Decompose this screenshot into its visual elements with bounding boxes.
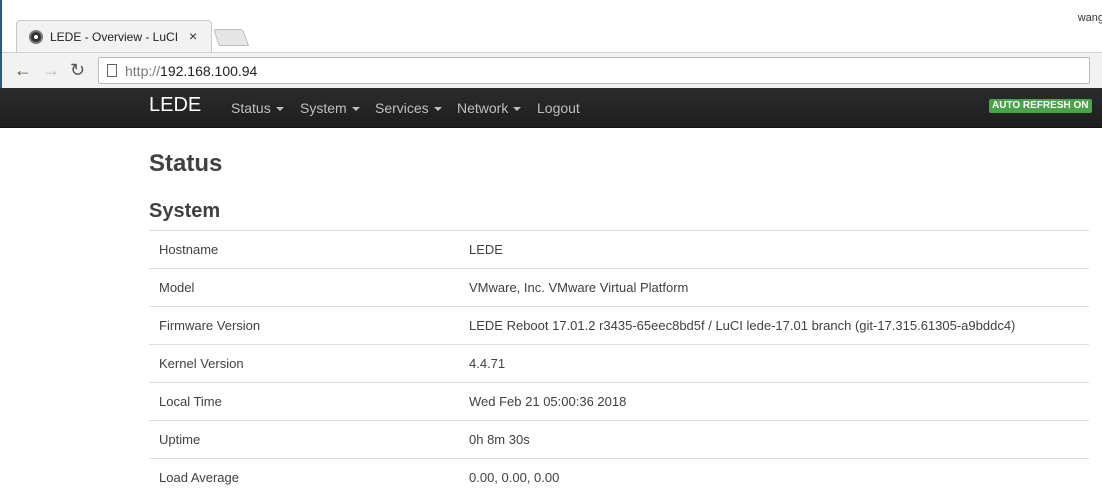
row-value: LEDE <box>469 242 503 257</box>
page-icon <box>107 64 117 77</box>
section-title: System <box>149 200 221 222</box>
nav-logout[interactable]: Logout <box>537 100 580 116</box>
page-title: Status <box>149 150 223 177</box>
brand-logo[interactable]: LEDE <box>149 94 201 117</box>
forward-arrow-icon[interactable]: → <box>42 60 60 81</box>
url-host: 192.168.100.94 <box>160 63 258 79</box>
chevron-down-icon <box>275 107 284 112</box>
row-key: Hostname <box>159 242 219 257</box>
nav-system-label: System <box>300 100 347 116</box>
row-key: Load Average <box>159 470 239 485</box>
url-text[interactable]: http://192.168.100.94 <box>125 63 257 79</box>
row-key: Uptime <box>159 432 201 447</box>
reload-icon[interactable]: ↻ <box>70 60 85 81</box>
table-row: Load Average 0.00, 0.00, 0.00 <box>149 458 1089 496</box>
row-key: Model <box>159 280 195 295</box>
profile-name[interactable]: wang <box>1078 12 1102 24</box>
table-row: Uptime 0h 8m 30s <box>149 420 1089 458</box>
table-row: Kernel Version 4.4.71 <box>149 344 1089 382</box>
nav-network-label: Network <box>457 100 509 116</box>
browser-toolbar: ← → ↻ http://192.168.100.94 ⋮ <box>2 52 1102 88</box>
browser-menu-icon[interactable]: ⋮ <box>1096 63 1102 80</box>
row-key: Firmware Version <box>159 318 261 333</box>
nav-system[interactable]: System <box>300 100 360 116</box>
nav-network[interactable]: Network <box>457 100 522 116</box>
system-table: Hostname LEDE Model VMware, Inc. VMware … <box>149 230 1089 496</box>
row-value: 4.4.71 <box>469 356 506 371</box>
table-row: Hostname LEDE <box>149 230 1089 268</box>
table-row: Firmware Version LEDE Reboot 17.01.2 r34… <box>149 306 1089 344</box>
new-tab-button[interactable] <box>212 29 250 46</box>
nav-services[interactable]: Services <box>375 100 442 116</box>
nav-status-label: Status <box>231 100 271 116</box>
row-value: VMware, Inc. VMware Virtual Platform <box>469 280 689 295</box>
table-row: Local Time Wed Feb 21 05:00:36 2018 <box>149 382 1089 420</box>
row-key: Kernel Version <box>159 356 244 371</box>
row-value: Wed Feb 21 05:00:36 2018 <box>469 394 627 409</box>
table-row: Model VMware, Inc. VMware Virtual Platfo… <box>149 268 1089 306</box>
close-tab-icon[interactable]: × <box>189 28 197 44</box>
back-arrow-icon[interactable]: ← <box>14 60 32 81</box>
row-key: Local Time <box>159 394 222 409</box>
chevron-down-icon <box>351 107 360 112</box>
top-navbar: LEDE Status System Services Network Logo… <box>0 88 1102 128</box>
url-scheme: http:// <box>125 63 161 79</box>
chevron-down-icon <box>513 107 522 112</box>
nav-status[interactable]: Status <box>231 100 284 116</box>
address-bar[interactable]: http://192.168.100.94 <box>98 57 1090 84</box>
row-value: 0h 8m 30s <box>469 432 530 447</box>
chevron-down-icon <box>433 107 442 112</box>
tab-strip: LEDE - Overview - LuCI × wang <box>2 0 1102 52</box>
tab-title: LEDE - Overview - LuCI <box>50 30 179 44</box>
browser-chrome: LEDE - Overview - LuCI × wang ← → ↻ http… <box>0 0 1102 88</box>
row-value: 0.00, 0.00, 0.00 <box>469 470 560 485</box>
auto-refresh-badge[interactable]: AUTO REFRESH ON <box>989 99 1092 113</box>
nav-services-label: Services <box>375 100 429 116</box>
row-value: LEDE Reboot 17.01.2 r3435-65eec8bd5f / L… <box>469 318 1016 333</box>
favicon-icon <box>29 30 43 44</box>
browser-tab[interactable]: LEDE - Overview - LuCI × <box>16 20 212 52</box>
